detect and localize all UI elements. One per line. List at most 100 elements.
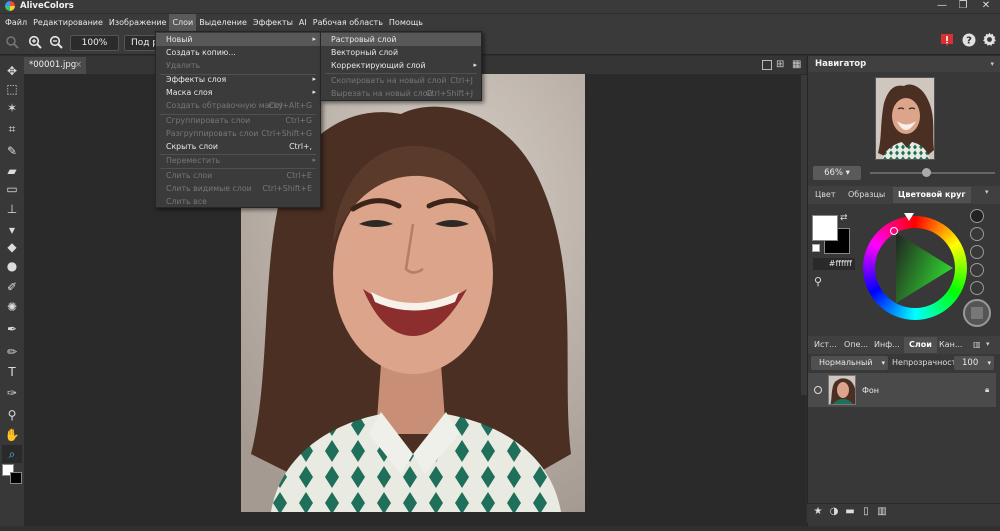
menu-item-shortcut: Ctrl+G xyxy=(285,116,312,125)
pen-tool-icon[interactable]: ✑ xyxy=(2,384,22,402)
tab-history[interactable]: Ист... xyxy=(809,337,842,353)
navigator-zoom-knob[interactable] xyxy=(922,168,931,177)
menu-item-shortcut: Ctrl+Alt+G xyxy=(268,101,312,110)
menu-item-label: Растровый слой xyxy=(331,35,397,44)
navigator-zoom-slider[interactable] xyxy=(870,172,995,174)
menu-item-adjustment-layer[interactable]: Корректирующий слой ▸ xyxy=(321,59,481,72)
svg-text:?: ? xyxy=(966,36,972,47)
background-color-swatch[interactable] xyxy=(10,472,22,484)
zoom-value-button[interactable]: 100% xyxy=(70,35,119,51)
close-button[interactable]: ✕ xyxy=(976,0,996,13)
menu-item-duplicate[interactable]: Создать копию... xyxy=(156,46,320,59)
menu-item-new[interactable]: Новый ▸ xyxy=(156,33,320,46)
menu-layers[interactable]: Слои xyxy=(169,14,197,31)
menu-item-raster-layer[interactable]: Растровый слой xyxy=(321,33,481,46)
restore-button[interactable]: ❐ xyxy=(953,0,973,13)
navigator-zoom-select[interactable]: 66% ▾ xyxy=(813,166,861,180)
layer-lock-icon[interactable]: 🔒︎ xyxy=(985,385,989,395)
dodge-tool-icon[interactable]: ● xyxy=(2,257,22,275)
submenu-arrow-icon: ▸ xyxy=(312,75,316,83)
text-tool-icon[interactable]: T xyxy=(2,363,22,381)
hex-color-field[interactable]: #ffffff xyxy=(813,258,855,270)
pencil-tool-icon[interactable]: ✏ xyxy=(2,343,22,361)
eyedropper-icon[interactable]: ⚲ xyxy=(814,275,822,288)
wheel-mode-icon[interactable] xyxy=(970,263,984,277)
new-group-icon[interactable]: ▬ xyxy=(844,505,856,519)
alert-icon[interactable] xyxy=(940,33,954,48)
menu-file[interactable]: Файл xyxy=(2,14,30,31)
zoom-tool-active-icon[interactable]: ⌕ xyxy=(2,445,22,463)
menu-item-ungroup: Разгруппировать слои Ctrl+Shift+G xyxy=(156,127,320,140)
menu-select[interactable]: Выделение xyxy=(196,14,250,31)
brush-alt-tool-icon[interactable]: ✒ xyxy=(2,320,22,338)
marquee-tool-icon[interactable]: ⬚ xyxy=(2,80,22,98)
document-restore-icon[interactable] xyxy=(762,60,772,70)
menu-item-clipping-mask: Создать обтравочную маску Ctrl+Alt+G xyxy=(156,99,320,112)
hand-tool-icon[interactable]: ✋ xyxy=(2,426,22,444)
move-tool-icon[interactable]: ✥ xyxy=(2,62,22,80)
eyedropper-tool-icon[interactable]: ⚲ xyxy=(2,406,22,424)
hue-marker-icon[interactable] xyxy=(904,213,914,221)
panel-menu-icon[interactable]: ▾ xyxy=(990,56,994,72)
menu-image[interactable]: Изображение xyxy=(106,14,170,31)
wheel-mode-icon[interactable] xyxy=(970,227,984,241)
document-tab[interactable]: *00001.jpg × xyxy=(24,57,86,74)
menu-edit[interactable]: Редактирование xyxy=(30,14,106,31)
color-panel-menu-icon[interactable]: ▾ xyxy=(985,188,989,196)
tab-channels[interactable]: Кан... xyxy=(934,337,967,353)
menu-item-hide-layers[interactable]: Скрыть слои Ctrl+, xyxy=(156,140,320,153)
color-picker-marker[interactable] xyxy=(890,227,898,235)
menu-item-layer-effects[interactable]: Эффекты слоя ▸ xyxy=(156,73,320,86)
patch-tool-icon[interactable]: ✺ xyxy=(2,298,22,316)
swap-colors-icon[interactable]: ⇄ xyxy=(840,213,848,223)
adjustment-layer-icon[interactable]: ◑ xyxy=(828,505,840,519)
layers-panel-menu-icon[interactable]: ▾ xyxy=(986,340,990,348)
zoom-in-icon[interactable] xyxy=(27,35,43,51)
menu-workspace[interactable]: Рабочая область xyxy=(310,14,386,31)
delete-layer-icon[interactable]: ▥ xyxy=(876,505,888,519)
color-triangle[interactable] xyxy=(891,228,959,310)
reset-colors-icon[interactable] xyxy=(812,244,820,252)
new-layer-icon[interactable]: ▯ xyxy=(860,505,872,519)
document-layout-icon[interactable]: ▦ xyxy=(792,59,801,70)
layers-delete-icon[interactable]: ▥ xyxy=(973,340,981,349)
tab-color[interactable]: Цвет xyxy=(810,187,841,203)
magic-wand-tool-icon[interactable]: ✶ xyxy=(2,99,22,117)
tab-swatches[interactable]: Образцы xyxy=(843,187,890,203)
stamp-tool-icon[interactable]: ⊥ xyxy=(2,200,22,218)
zoom-out-icon[interactable] xyxy=(48,35,64,51)
layer-visibility-icon[interactable] xyxy=(814,386,822,394)
blend-mode-select[interactable]: Нормальный ▾ xyxy=(811,356,888,370)
opacity-field[interactable]: 100 ▾ xyxy=(954,356,994,370)
drop-tool-icon[interactable]: ◆ xyxy=(2,238,22,256)
tab-color-wheel[interactable]: Цветовой круг xyxy=(893,187,971,203)
paint-bucket-tool-icon[interactable]: ▾ xyxy=(2,221,22,239)
wheel-mode-icon[interactable] xyxy=(970,209,984,223)
wheel-mode-icon[interactable] xyxy=(970,281,984,295)
menu-item-layer-mask[interactable]: Маска слоя ▸ xyxy=(156,86,320,99)
crop-tool-icon[interactable]: ⌗ xyxy=(2,120,22,138)
brush-tool-icon[interactable]: ✎ xyxy=(2,142,22,160)
settings-gear-icon[interactable] xyxy=(982,32,997,47)
tab-layers[interactable]: Слои xyxy=(904,337,937,353)
document-tab-close[interactable]: × xyxy=(75,57,82,74)
layer-effects-icon[interactable]: ★ xyxy=(812,505,824,519)
color-foreground-swatch[interactable] xyxy=(812,215,838,241)
document-grid-icon[interactable]: ⊞ xyxy=(776,59,784,70)
menu-item-vector-layer[interactable]: Векторный слой xyxy=(321,46,481,59)
gradient-tool-icon[interactable]: ▭ xyxy=(2,180,22,198)
help-icon[interactable]: ? xyxy=(962,33,976,47)
wheel-mode-icon[interactable] xyxy=(970,245,984,259)
tab-info[interactable]: Инф... xyxy=(869,337,905,353)
minimize-button[interactable]: — xyxy=(932,0,952,13)
smudge-tool-icon[interactable]: ✐ xyxy=(2,278,22,296)
menu-item-arrange: Переместить ▸ xyxy=(156,154,320,167)
eraser-tool-icon[interactable]: ▰ xyxy=(2,162,22,180)
layer-name[interactable]: Фон xyxy=(862,386,879,395)
menu-help[interactable]: Помощь xyxy=(386,14,426,31)
menu-item-label: Сгруппировать слои xyxy=(166,116,251,125)
navigator-thumbnail[interactable] xyxy=(875,77,935,160)
tab-operations[interactable]: Опе... xyxy=(839,337,873,353)
menu-ai[interactable]: AI xyxy=(296,14,310,31)
menu-effects[interactable]: Эффекты xyxy=(250,14,296,31)
